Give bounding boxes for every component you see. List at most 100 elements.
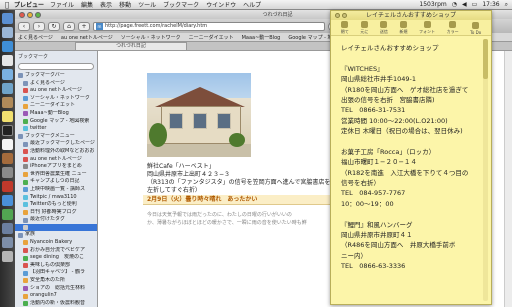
menu-help[interactable]: ヘルプ	[243, 0, 261, 9]
app-store-icon[interactable]	[2, 195, 13, 206]
documents-icon[interactable]	[2, 237, 13, 248]
add-bookmark-button[interactable]: +	[78, 21, 90, 31]
bookmark-link[interactable]: au one netトルページ	[61, 34, 113, 41]
system-prefs-icon[interactable]	[2, 167, 13, 178]
stickies-icon[interactable]	[2, 111, 13, 122]
address-bar[interactable]: m http://page.freett.com/rachelM/diary.h…	[93, 21, 325, 31]
terminal-icon[interactable]	[2, 125, 13, 136]
spotlight-icon[interactable]: ⌕	[505, 1, 508, 9]
ical-icon[interactable]	[2, 55, 13, 66]
wifi-icon[interactable]: ◔	[452, 1, 457, 8]
sticky-close-button[interactable]	[335, 13, 340, 18]
tool-undo[interactable]: 元に	[360, 21, 368, 35]
sidebar-item[interactable]: 活動内の新・仮農料観音	[15, 300, 97, 307]
itunes-icon[interactable]	[2, 69, 13, 80]
preview-icon[interactable]	[2, 97, 13, 108]
sidebar-item[interactable]: ニーニーダイエット	[15, 102, 97, 110]
tool-send[interactable]: 送信	[380, 21, 388, 35]
volume-icon[interactable]: ◀	[462, 1, 467, 8]
tool-close[interactable]: 閉て	[341, 21, 349, 35]
minimize-button[interactable]	[27, 11, 33, 18]
sidebar-item[interactable]: ブックマークバー	[15, 72, 97, 80]
sidebar-item[interactable]: ショアの 総括元生林料	[15, 285, 97, 293]
textedit-icon[interactable]	[2, 139, 13, 150]
zoom-button[interactable]	[35, 11, 41, 18]
apple-menu-icon[interactable]: 	[0, 1, 14, 9]
menu-window[interactable]: ウインドウ	[206, 0, 236, 9]
sidebar-item[interactable]: 活動料理外の取Mなどおおお	[15, 148, 97, 156]
trash-icon[interactable]	[2, 251, 13, 262]
bookmark-link[interactable]: よく見るページ	[18, 34, 53, 41]
site-favicon: m	[96, 22, 103, 30]
forward-button[interactable]: ›	[33, 21, 45, 31]
sticky-titlebar[interactable]: レイチェルさんおすすめショップ	[331, 11, 491, 20]
reload-button[interactable]: ↻	[48, 21, 60, 31]
sidebar-item[interactable]: ブックマークメニュー	[15, 133, 97, 141]
sidebar-item[interactable]: 美味しもの倶楽部	[15, 262, 97, 270]
sidebar-item[interactable]: Google マップ - 地図検索	[15, 118, 97, 126]
sticky-minimize-button[interactable]	[342, 13, 347, 18]
messenger-icon[interactable]	[2, 209, 13, 220]
menu-go[interactable]: 移動	[119, 0, 131, 9]
sidebar-item[interactable]: 最近ブックマークしたページ	[15, 140, 97, 148]
sidebar-item[interactable]: twitter	[15, 125, 97, 133]
photo-booth-icon[interactable]	[2, 181, 13, 192]
menu-tools[interactable]: ツール	[138, 0, 156, 9]
sidebar-item[interactable]: 安全角木のた所	[15, 277, 97, 285]
sidebar-item[interactable]: sege dining 炭焼のこ	[15, 254, 97, 262]
back-button[interactable]: ‹	[18, 21, 30, 31]
home-button[interactable]: ⌂	[63, 21, 75, 31]
sidebar-item[interactable]: 日刊 好都時実ブログ	[15, 209, 97, 217]
battery-icon[interactable]: ▭	[472, 1, 478, 8]
sidebar-item[interactable]: Twitterのもっと便利	[15, 201, 97, 209]
sidebar-item[interactable]: Maaa~動一Blog	[15, 110, 97, 118]
tool-font[interactable]: フォント	[419, 21, 435, 35]
menu-edit[interactable]: 編集	[81, 0, 93, 9]
sidebar-item[interactable]	[15, 223, 97, 232]
bookmark-link[interactable]: Maaa~動一Blog	[242, 34, 281, 41]
mail-icon[interactable]	[2, 27, 13, 38]
sidebar-item[interactable]: ソーシャル・ネットワーク	[15, 95, 97, 103]
menu-bookmarks[interactable]: ブックマーク	[163, 0, 199, 9]
sidebar-item[interactable]: au one netトルページ	[15, 87, 97, 95]
sticky-text[interactable]: レイチェルさんおすすめショップ 『WITCHES』 岡山県総社市井手1049-1 （R…	[341, 43, 481, 301]
sidebar-item[interactable]: Nyancoin Bakery	[15, 239, 97, 247]
sidebar-item[interactable]: iPhoneアプリをまとめ	[15, 163, 97, 171]
clock[interactable]: 17:36	[482, 1, 499, 8]
sidebar-item[interactable]: 世界田舎農業生確 ニュー	[15, 171, 97, 179]
sidebar-item[interactable]: キャンプよしつの日記	[15, 178, 97, 186]
sidebar-item[interactable]: orangulin7	[15, 292, 97, 300]
tab-diary[interactable]: つれづれ日記	[75, 42, 187, 50]
close-button[interactable]	[19, 11, 25, 18]
address-book-icon[interactable]	[2, 153, 13, 164]
downloads-icon[interactable]	[2, 223, 13, 234]
safari-icon[interactable]	[2, 41, 13, 52]
sticky-line: （R180を岡山方面へ ゲオ総社店を過ぎて	[341, 85, 469, 94]
bookmark-link[interactable]: ソーシャル・ネットワーク	[121, 34, 181, 41]
sidebar-item[interactable]: Twitpic / mwa3110	[15, 194, 97, 202]
page-scrollbar[interactable]	[504, 51, 512, 307]
sidebar-item[interactable]: よく見るページ	[15, 80, 97, 88]
sidebar-item[interactable]: au one netトルページ	[15, 156, 97, 164]
iphoto-icon[interactable]	[2, 83, 13, 94]
sidebar-item[interactable]: おかみ自分流でベビケア	[15, 247, 97, 255]
menu-file[interactable]: ファイル	[50, 0, 74, 9]
sticky-note[interactable]: レイチェルさんおすすめショップ 閉て 元に 送信 新規 フォント カラー To …	[330, 10, 492, 305]
sidebar-item-label: おかみ自分流でベビケア	[30, 246, 86, 253]
sidebar-search-input[interactable]	[18, 63, 94, 70]
sidebar-item[interactable]: 家族	[15, 231, 97, 239]
sidebar-item[interactable]: 上映中映画一覧 - 講師ス	[15, 186, 97, 194]
finder-icon[interactable]	[2, 13, 13, 24]
tool-new[interactable]: 新規	[399, 21, 407, 35]
app-menu[interactable]: プレビュー	[14, 0, 44, 9]
sidebar-item[interactable]: 【羽田キャベツ】 - 鶴ラ	[15, 269, 97, 277]
menu-view[interactable]: 表示	[100, 0, 112, 9]
tool-color[interactable]: カラー	[447, 21, 459, 35]
fan-speed-label[interactable]: 1503rpm	[419, 1, 446, 8]
sticky-scroll-thumb[interactable]	[483, 39, 488, 79]
bookmark-link[interactable]: ニーニーダイエット	[189, 34, 234, 41]
sidebar-item[interactable]: 最近付けたタグ	[15, 216, 97, 224]
paragraph-line: か、薄暑ながらほぼとほどの暖かさで、一瞬に雨の音を使いたい時も鮮	[147, 220, 307, 226]
sticky-scrollbar[interactable]	[483, 39, 488, 301]
tool-todo[interactable]: To Do	[470, 22, 481, 35]
